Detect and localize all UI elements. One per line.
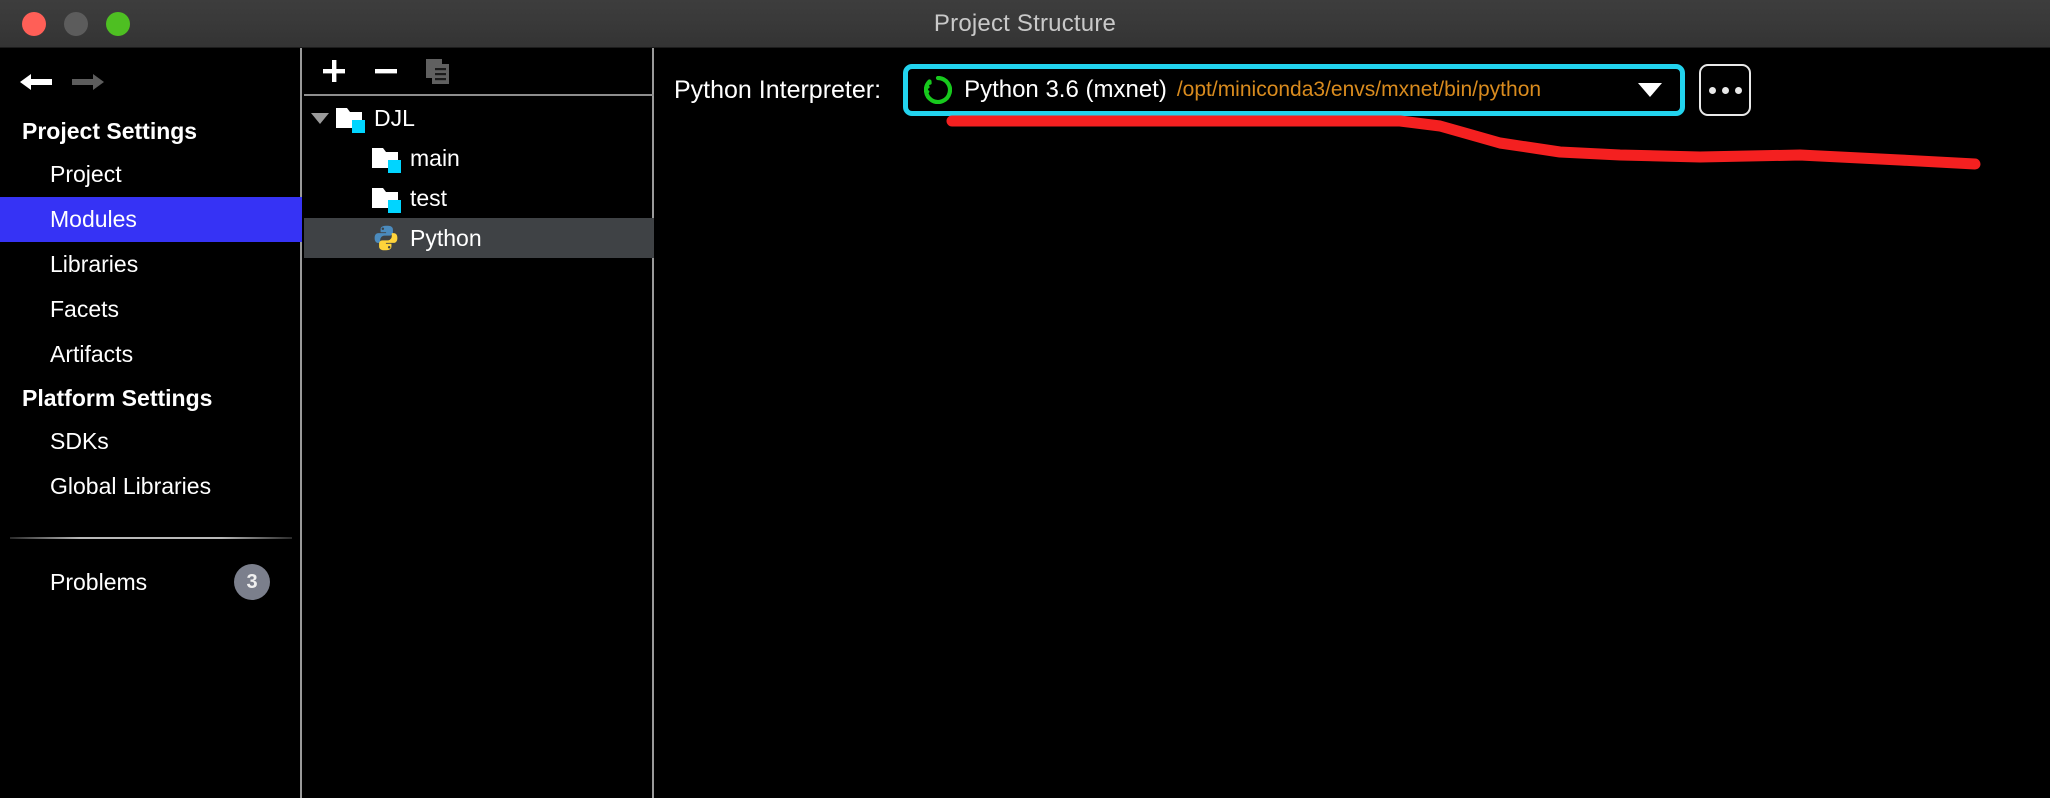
sidebar-item-global-libraries[interactable]: Global Libraries bbox=[0, 464, 302, 509]
chevron-down-icon[interactable] bbox=[1638, 83, 1663, 97]
folder-source-icon bbox=[372, 145, 401, 173]
plus-icon bbox=[323, 60, 345, 82]
problems-count-badge: 3 bbox=[234, 564, 270, 600]
window-title: Project Structure bbox=[933, 9, 1117, 37]
python-interpreter-select[interactable]: Python 3.6 (mxnet) /opt/miniconda3/envs/… bbox=[903, 64, 1686, 116]
tree-row-label: test bbox=[410, 184, 448, 211]
settings-sidebar: Project Settings Project Modules Libraries F… bbox=[0, 48, 302, 798]
remove-button[interactable] bbox=[360, 48, 412, 94]
tree-row[interactable]: DJL bbox=[304, 98, 654, 138]
module-tree-panel: DJL main test Python bbox=[304, 48, 654, 798]
chevron-down-icon[interactable] bbox=[304, 109, 336, 127]
arrow-left-icon[interactable] bbox=[10, 60, 62, 104]
sidebar-item-label: Libraries bbox=[50, 251, 139, 277]
sidebar-item-label: Global Libraries bbox=[50, 473, 212, 499]
ellipsis-icon bbox=[1721, 86, 1729, 94]
sidebar-item-facets[interactable]: Facets bbox=[0, 287, 302, 332]
python-icon bbox=[374, 225, 398, 251]
sidebar-item-label: Facets bbox=[50, 296, 120, 322]
window-titlebar: Project Structure bbox=[0, 0, 2050, 48]
ellipsis-icon bbox=[1734, 86, 1742, 94]
dialog-body: Project Settings Project Modules Libraries F… bbox=[0, 48, 2050, 798]
tree-row[interactable]: test bbox=[304, 178, 654, 218]
sidebar-items: Project Settings Project Modules Libraries F… bbox=[0, 110, 302, 509]
traffic-light-controls[interactable] bbox=[22, 0, 130, 48]
sidebar-divider bbox=[10, 537, 292, 539]
sidebar-item-project[interactable]: Project bbox=[0, 152, 302, 197]
module-tree-rows: DJL main test Python bbox=[304, 98, 654, 258]
module-detail-pane: Python Interpreter: Python 3.6 (mxnet) /… bbox=[656, 48, 2050, 798]
interpreter-name: Python 3.6 (mxnet) bbox=[964, 76, 1167, 103]
close-button[interactable] bbox=[22, 12, 46, 36]
add-button[interactable] bbox=[308, 48, 360, 94]
sidebar-item-label: SDKs bbox=[50, 428, 109, 454]
module-tree-toolbar bbox=[304, 48, 654, 96]
folder-module-icon bbox=[336, 105, 365, 133]
folder-test-icon bbox=[372, 185, 401, 213]
tree-row[interactable]: main bbox=[304, 138, 654, 178]
tree-row[interactable]: Python bbox=[304, 218, 654, 258]
zoom-button[interactable] bbox=[106, 12, 130, 36]
sidebar-item-label: Project bbox=[50, 161, 122, 187]
sidebar-item-label: Modules bbox=[50, 206, 137, 232]
sidebar-item-libraries[interactable]: Libraries bbox=[0, 242, 302, 287]
minus-icon bbox=[375, 69, 397, 74]
interpreter-more-button[interactable] bbox=[1699, 64, 1752, 116]
tree-row-label: main bbox=[410, 144, 460, 171]
python-interpreter-label: Python Interpreter: bbox=[674, 75, 882, 104]
ellipsis-icon bbox=[1708, 86, 1716, 94]
sidebar-item-artifacts[interactable]: Artifacts bbox=[0, 332, 302, 377]
copy-button[interactable] bbox=[412, 48, 464, 94]
interpreter-path: /opt/miniconda3/envs/mxnet/bin/python bbox=[1176, 78, 1542, 101]
sidebar-group-header: Platform Settings bbox=[22, 385, 213, 411]
minimize-button[interactable] bbox=[64, 12, 88, 36]
sidebar-item-modules[interactable]: Modules bbox=[0, 197, 302, 242]
python-interpreter-row: Python Interpreter: Python 3.6 (mxnet) /… bbox=[656, 60, 1752, 120]
sidebar-item-label: Artifacts bbox=[50, 341, 134, 367]
tree-row-label: DJL bbox=[374, 104, 415, 131]
python-env-spinner-icon bbox=[924, 76, 953, 104]
sidebar-item-problems[interactable]: Problems 3 bbox=[0, 559, 302, 605]
sidebar-group-header: Project Settings bbox=[22, 118, 198, 144]
arrow-right-icon[interactable] bbox=[62, 60, 114, 104]
tree-row-label: Python bbox=[410, 224, 482, 251]
navigation-arrows bbox=[0, 60, 302, 104]
sidebar-item-label: Problems bbox=[50, 568, 148, 595]
copy-icon bbox=[426, 59, 449, 84]
sidebar-item-sdks[interactable]: SDKs bbox=[0, 419, 302, 464]
